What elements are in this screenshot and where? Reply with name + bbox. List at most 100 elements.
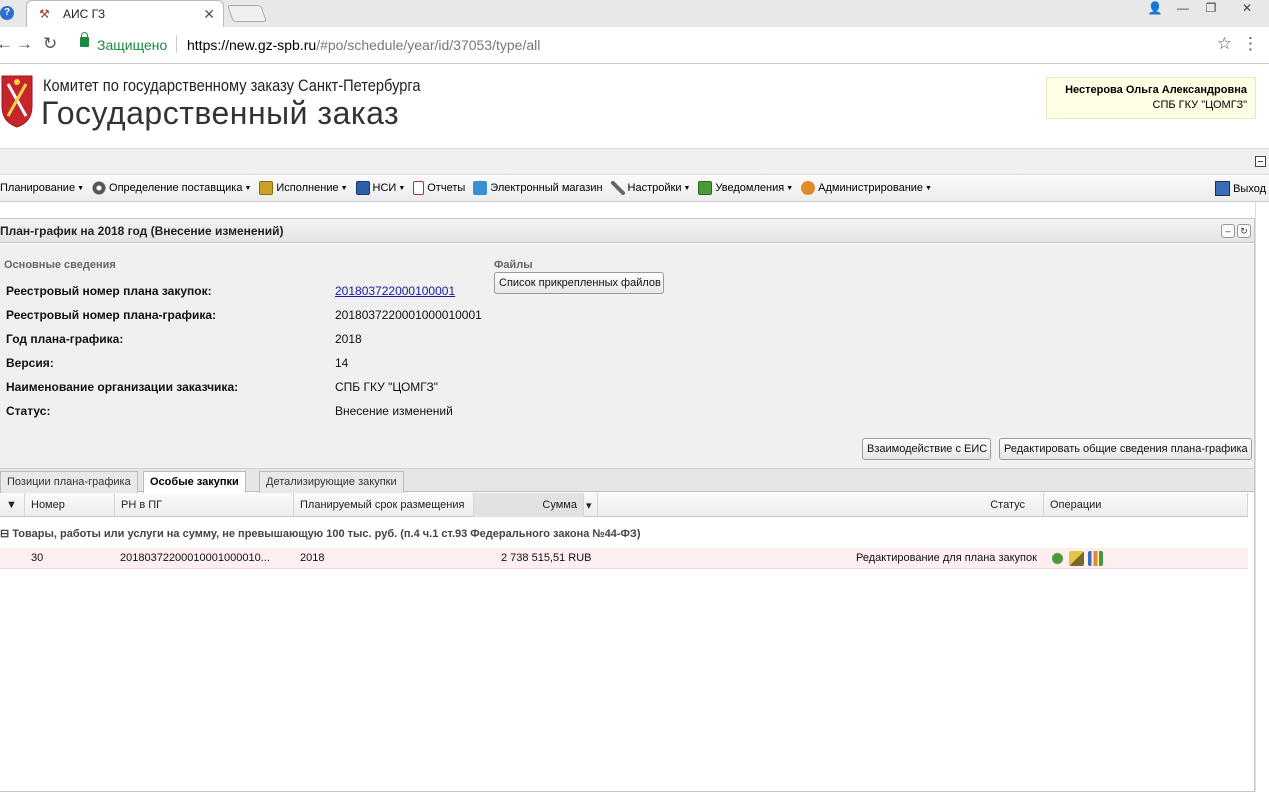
column-sum[interactable]: Сумма	[474, 493, 584, 517]
menu-execution[interactable]: Исполнение ▼	[259, 181, 348, 195]
browser-tab-bar: ? ⚒ АИС ГЗ ✕ 👤 — ❐ ✕	[0, 0, 1269, 27]
table-row[interactable]: 30 20180372200010001000010... 2018 2 738…	[0, 548, 1248, 569]
column-rn[interactable]: РН в ПГ	[115, 493, 294, 517]
panel-header: План-график на 2018 год (Внесение измене…	[0, 219, 1254, 243]
files-section-title: Файлы	[494, 259, 533, 271]
menu-planning[interactable]: Планирование ▼	[0, 182, 84, 194]
tab-close-icon[interactable]: ✕	[203, 6, 215, 23]
filter-icon[interactable]: ▼	[0, 493, 25, 517]
reload-icon[interactable]: ↻	[43, 34, 57, 54]
exit-icon	[1215, 181, 1231, 196]
new-tab-button[interactable]	[226, 5, 268, 22]
user-info[interactable]: Нестерова Ольга Александровна СПБ ГКУ "Ц…	[1046, 77, 1256, 119]
tab-detailed-purchases[interactable]: Детализирующие закупки	[259, 471, 404, 493]
field-label: Версия:	[6, 356, 54, 370]
notify-icon	[698, 181, 713, 195]
chevron-down-icon: ▼	[786, 184, 794, 192]
group-header[interactable]: ⊟ Товары, работы или услуги на сумму, не…	[0, 527, 640, 540]
main-menu: Планирование ▼ Определение поставщика ▼ Ис…	[0, 175, 1269, 202]
column-status[interactable]: Статус	[598, 493, 1044, 517]
book-icon	[355, 181, 370, 195]
profile-icon[interactable]: 👤	[1141, 0, 1169, 18]
field-label: Реестровый номер плана закупок:	[6, 284, 212, 298]
back-arrow-icon[interactable]: ←	[0, 34, 13, 54]
user-org: СПБ ГКУ "ЦОМГЗ"	[1152, 99, 1247, 111]
admin-icon	[801, 181, 816, 195]
cell-status: Редактирование для плана закупок	[856, 552, 1037, 564]
field-label: Наименование организации заказчика:	[6, 380, 239, 394]
files-list-button[interactable]: Список прикрепленных файлов	[494, 272, 664, 294]
restore-button[interactable]: ❐	[1197, 0, 1225, 18]
field-label: Реестровый номер плана-графика:	[6, 308, 217, 322]
edit-schedule-button[interactable]: Редактировать общие сведения плана-графи…	[999, 438, 1252, 460]
menu-notifications[interactable]: Уведомления ▼	[698, 181, 793, 195]
wrench-icon	[610, 181, 625, 195]
user-name: Нестерова Ольга Александровна	[1065, 84, 1247, 96]
info-section: Основные сведения Файлы Список прикрепле…	[0, 244, 1254, 468]
cell-number: 30	[31, 552, 44, 564]
field-value: 2018037220001000010001	[335, 308, 482, 322]
cell-rn: 20180372200010001000010...	[120, 552, 270, 564]
column-number[interactable]: Номер	[25, 493, 115, 517]
secure-label: Защищено	[97, 37, 168, 53]
site-title: Государственный заказ	[41, 95, 400, 131]
gear-icon[interactable]	[1050, 551, 1065, 566]
url-text[interactable]: https://new.gz-spb.ru/#po/schedule/year/…	[187, 37, 540, 53]
chart-icon[interactable]	[1088, 551, 1103, 566]
cell-term: 2018	[300, 552, 325, 564]
column-term[interactable]: Планируемый срок размещения	[294, 493, 474, 517]
exit-button[interactable]: Выход	[1215, 181, 1266, 196]
chevron-down-icon: ▼	[683, 184, 691, 192]
favicon-icon: ⚒	[39, 7, 50, 21]
tab-positions[interactable]: Позиции плана-графика	[0, 471, 138, 493]
close-window-button[interactable]: ✕	[1225, 0, 1269, 18]
chevron-down-icon: ▼	[925, 184, 932, 192]
browser-menu-icon[interactable]: ⋮	[1242, 34, 1259, 54]
eis-interaction-button[interactable]: Взаимодействие с ЕИС	[862, 438, 991, 460]
plan-number-link[interactable]: 201803722000100001	[335, 284, 455, 298]
field-value: СПБ ГКУ "ЦОМГЗ"	[335, 380, 439, 394]
main-section-title: Основные сведения	[4, 259, 116, 271]
chevron-down-icon: ▼	[398, 184, 406, 192]
execution-icon	[259, 181, 274, 195]
coat-of-arms-icon	[1, 75, 33, 128]
panel-tabs: Позиции плана-графика Особые закупки Дет…	[0, 468, 1254, 494]
gears-icon	[92, 181, 107, 195]
help-icon[interactable]: ?	[0, 6, 14, 20]
field-label: Год плана-графика:	[6, 332, 124, 346]
collapse-header-button[interactable]	[1255, 156, 1266, 167]
chevron-down-icon: ▼	[77, 184, 85, 192]
refresh-panel-icon[interactable]: ↻	[1237, 224, 1251, 238]
column-operations[interactable]: Операции	[1044, 493, 1248, 517]
chevron-down-icon: ▼	[340, 184, 348, 192]
field-value: Внесение изменений	[335, 404, 453, 418]
menu-eshop[interactable]: Электронный магазин	[473, 181, 603, 195]
menu-reports[interactable]: Отчеты	[413, 181, 465, 195]
minimize-panel-icon[interactable]: –	[1221, 224, 1235, 238]
collapse-strip	[0, 148, 1269, 175]
forward-arrow-icon[interactable]: →	[16, 34, 33, 54]
menu-admin[interactable]: Администрирование ▼	[801, 181, 932, 195]
lock-icon	[80, 32, 89, 47]
report-icon	[413, 181, 425, 195]
edit-icon[interactable]	[1069, 551, 1084, 566]
chevron-down-icon: ▼	[244, 184, 252, 192]
scrollbar[interactable]	[1255, 202, 1269, 792]
bookmark-star-icon[interactable]: ☆	[1217, 34, 1232, 54]
menu-nsi[interactable]: НСИ ▼	[355, 181, 406, 195]
schedule-panel: План-график на 2018 год (Внесение измене…	[0, 218, 1255, 792]
tab-special-purchases[interactable]: Особые закупки	[143, 471, 246, 494]
address-bar: ← → ↻ Защищено https://new.gz-spb.ru/#po…	[0, 27, 1269, 64]
panel-title: План-график на 2018 год (Внесение измене…	[0, 224, 284, 238]
minimize-button[interactable]: —	[1169, 0, 1197, 18]
menu-settings[interactable]: Настройки ▼	[610, 181, 691, 195]
field-value: 2018	[335, 332, 362, 346]
url-input[interactable]: Защищено https://new.gz-spb.ru/#po/sched…	[72, 32, 1238, 58]
collapse-group-icon[interactable]: ⊟	[0, 528, 12, 540]
sort-menu-icon[interactable]: ▾	[584, 493, 598, 517]
cart-icon	[473, 181, 488, 195]
menu-supplier[interactable]: Определение поставщика ▼	[92, 181, 251, 195]
field-label: Статус:	[6, 404, 51, 418]
browser-tab[interactable]: ⚒ АИС ГЗ ✕	[26, 0, 224, 27]
field-value: 14	[335, 356, 349, 370]
